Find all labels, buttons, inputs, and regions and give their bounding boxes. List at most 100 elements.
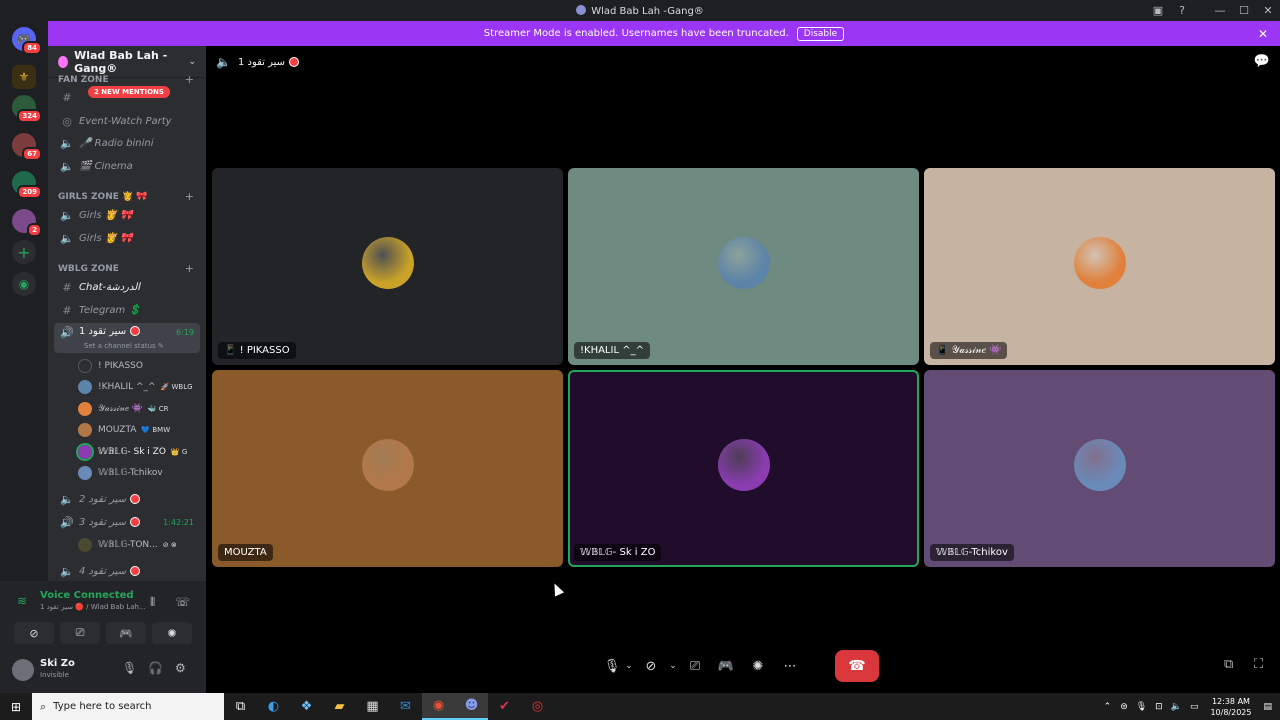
language-icon[interactable]: ▭ — [1190, 702, 1199, 712]
volume-icon[interactable]: 🔈 — [1171, 702, 1182, 712]
guild-header[interactable]: Wlad Bab Lah -Gang® ⌄ — [48, 46, 206, 78]
category-wblg-zone[interactable]: WBLG ZONE — [58, 264, 119, 274]
microphone-icon[interactable]: 🎙 — [122, 661, 137, 675]
direct-messages-icon[interactable]: 🎮 84 — [12, 27, 42, 55]
copilot-icon[interactable]: ❖ — [290, 693, 323, 720]
chrome-icon[interactable]: ◉ — [422, 693, 455, 720]
channel-telegram[interactable]: # Telegram 💲 — [54, 300, 200, 320]
category-girls-zone[interactable]: GIRLS ZONE 👸 🎀 — [58, 192, 148, 202]
soundboard-button[interactable]: ✺ — [152, 622, 192, 644]
voice-user[interactable]: MOUZTA 💙 BMW — [78, 420, 170, 440]
channel-status[interactable]: Set a channel status ✎ — [84, 342, 164, 350]
taskbar-search[interactable]: ⌕ Type here to search — [32, 693, 224, 720]
server-folder-1[interactable]: 324 — [12, 95, 42, 123]
close-icon[interactable]: ✕ — [1258, 27, 1268, 41]
fullscreen-icon[interactable]: ⛶ — [1254, 657, 1263, 672]
screenshare-button[interactable]: ⎚ — [60, 622, 100, 644]
new-mentions-badge[interactable]: 2 NEW MENTIONS — [88, 86, 170, 98]
channel-chat[interactable]: # Chat-الدردشة — [54, 277, 200, 297]
network-icon[interactable]: ⊡ — [1155, 702, 1163, 712]
add-channel-icon[interactable]: + — [185, 262, 194, 275]
minimize-button[interactable]: — — [1208, 0, 1232, 21]
participant-tile[interactable]: 📱 𝒴𝒶𝓈𝓈𝒾𝓃𝑒 👾 — [924, 168, 1275, 365]
server-folder-4[interactable]: 2 — [12, 209, 42, 237]
add-channel-icon[interactable]: + — [185, 190, 194, 203]
soundboard-icon[interactable]: ✺ — [742, 651, 774, 681]
camera-off-icon[interactable]: ⊘ — [636, 651, 666, 681]
channel-radio-binini[interactable]: 🔈 🎤 Radio binini — [54, 133, 200, 153]
participant-tile[interactable]: 📱 ! PIKASSO — [212, 168, 563, 365]
disable-button[interactable]: Disable — [796, 26, 845, 41]
screenshare-icon[interactable]: ⎚ — [680, 651, 710, 681]
maximize-button[interactable]: ☐ — [1232, 0, 1256, 21]
voice-user-tag: 🐳 CR — [147, 405, 169, 413]
add-server-icon[interactable]: + — [12, 240, 36, 264]
chevron-up-icon[interactable]: ⌃ — [1104, 702, 1112, 712]
participant-tile[interactable]: 𝕎𝔹𝕃𝔾-Tchikov — [924, 370, 1275, 567]
windows-start-icon[interactable]: ⊞ — [0, 693, 32, 720]
headphones-icon[interactable]: 🎧 — [148, 661, 163, 675]
noise-suppression-icon[interactable]: ⦀ — [150, 595, 155, 610]
channel-voice-3[interactable]: 🔊 سير تقود 3 1:42:21 — [54, 512, 200, 532]
voice-channel-link[interactable]: سير تقود 1 🔴 / Wlad Bab Lah... — [40, 603, 146, 611]
chevron-down-icon[interactable]: ⌄ — [666, 651, 680, 681]
avatar — [1073, 438, 1126, 491]
server-folder-2[interactable]: 67 — [12, 133, 42, 161]
channel-girls-1[interactable]: 🔈 Girls 👸 🎀 — [54, 205, 200, 225]
avatar[interactable] — [12, 659, 34, 681]
camera-button[interactable]: ⊘ — [14, 622, 54, 644]
disconnect-button[interactable]: ☎ — [835, 650, 879, 682]
disconnect-icon[interactable]: ☏ — [175, 595, 190, 609]
microphone-icon[interactable]: 🎙 — [1136, 702, 1147, 712]
participant-tile[interactable]: !KHALIL ^_^ — [568, 168, 919, 365]
server-folder-3[interactable]: 209 — [12, 171, 42, 199]
notifications-icon[interactable]: ▤ — [1263, 702, 1272, 712]
voice-user[interactable]: 𝕎𝔹𝕃𝔾- Sk i ZO 👑 G — [76, 442, 187, 462]
file-explorer-icon[interactable]: ▰ — [323, 693, 356, 720]
channel-label: سير تقود 4 — [79, 565, 127, 577]
channel-girls-2[interactable]: 🔈 Girls 👸 🎀 — [54, 228, 200, 248]
voice-user[interactable]: ! PIKASSO — [78, 356, 148, 376]
channel-voice-4[interactable]: 🔈 سير تقود 4 — [54, 561, 200, 581]
signal-icon[interactable]: ≋ — [17, 594, 27, 608]
voice-user[interactable]: !KHALIL ^_^ 🚀 WBLG — [78, 377, 193, 397]
chevron-down-icon[interactable]: ⌄ — [622, 651, 636, 681]
tray-app-icon[interactable]: ⊜ — [1120, 702, 1128, 712]
explore-icon[interactable]: ◉ — [12, 272, 36, 296]
add-channel-icon[interactable]: + — [185, 73, 194, 86]
discord-icon[interactable]: ☻ — [455, 693, 488, 720]
channel-voice-2[interactable]: 🔈 سير تقود 2 — [54, 489, 200, 509]
channel-event-watch-party[interactable]: ◎ Event-Watch Party — [54, 111, 200, 131]
close-window-button[interactable]: ✕ — [1256, 0, 1280, 21]
activity-button[interactable]: 🎮 — [106, 622, 146, 644]
outlook-icon[interactable]: ✉ — [389, 693, 422, 720]
gear-icon[interactable]: ⚙ — [175, 661, 186, 675]
more-options-icon[interactable]: ⋯ — [774, 651, 806, 681]
store-icon[interactable]: ▦ — [356, 693, 389, 720]
task-view-icon[interactable]: ⧉ — [224, 693, 257, 720]
activity-icon[interactable]: 🎮 — [710, 651, 742, 681]
voice-user[interactable]: 𝕎𝔹𝕃𝔾-Tchikov — [78, 463, 168, 483]
microphone-icon[interactable]: 🎙 — [602, 651, 622, 681]
voice-status[interactable]: Voice Connected — [40, 590, 134, 601]
popout-icon[interactable]: ⧉ — [1224, 657, 1233, 672]
user-name[interactable]: Ski Zo — [40, 658, 75, 669]
channel-voice-1[interactable]: 🔊 سير تقود 1 6:19 Set a channel status ✎ — [54, 323, 200, 353]
help-icon[interactable]: ? — [1170, 0, 1194, 21]
clock-time: 12:38 AM — [1211, 696, 1250, 706]
voice-user[interactable]: 𝒴𝒶𝓈𝓈𝒾𝓃𝑒 👾 🐳 CR — [78, 399, 169, 419]
app-icon[interactable]: ✔ — [488, 693, 521, 720]
clock[interactable]: 12:38 AM 10/8/2025 — [1210, 696, 1251, 718]
channel-cinema[interactable]: 🔈 🎬 Cinema — [54, 156, 200, 176]
category-fan-zone[interactable]: FAN ZONE — [58, 75, 109, 85]
participant-tile[interactable]: 𝕎𝔹𝕃𝔾- Sk i ZO — [568, 370, 919, 567]
participant-name: 𝕎𝔹𝕃𝔾- Sk i ZO — [574, 544, 662, 561]
recorder-icon[interactable]: ◎ — [521, 693, 554, 720]
inbox-icon[interactable]: ▣ — [1146, 0, 1170, 21]
server-wblg[interactable]: ⚜ — [12, 65, 36, 89]
chat-icon[interactable]: 💬 — [1254, 54, 1270, 69]
participant-tile[interactable]: MOUZTA — [212, 370, 563, 567]
voice-user[interactable]: 𝕎𝔹𝕃𝔾-TON... ⊘ ⊗ — [78, 535, 177, 555]
avatar — [78, 423, 92, 437]
edge-icon[interactable]: ◐ — [257, 693, 290, 720]
